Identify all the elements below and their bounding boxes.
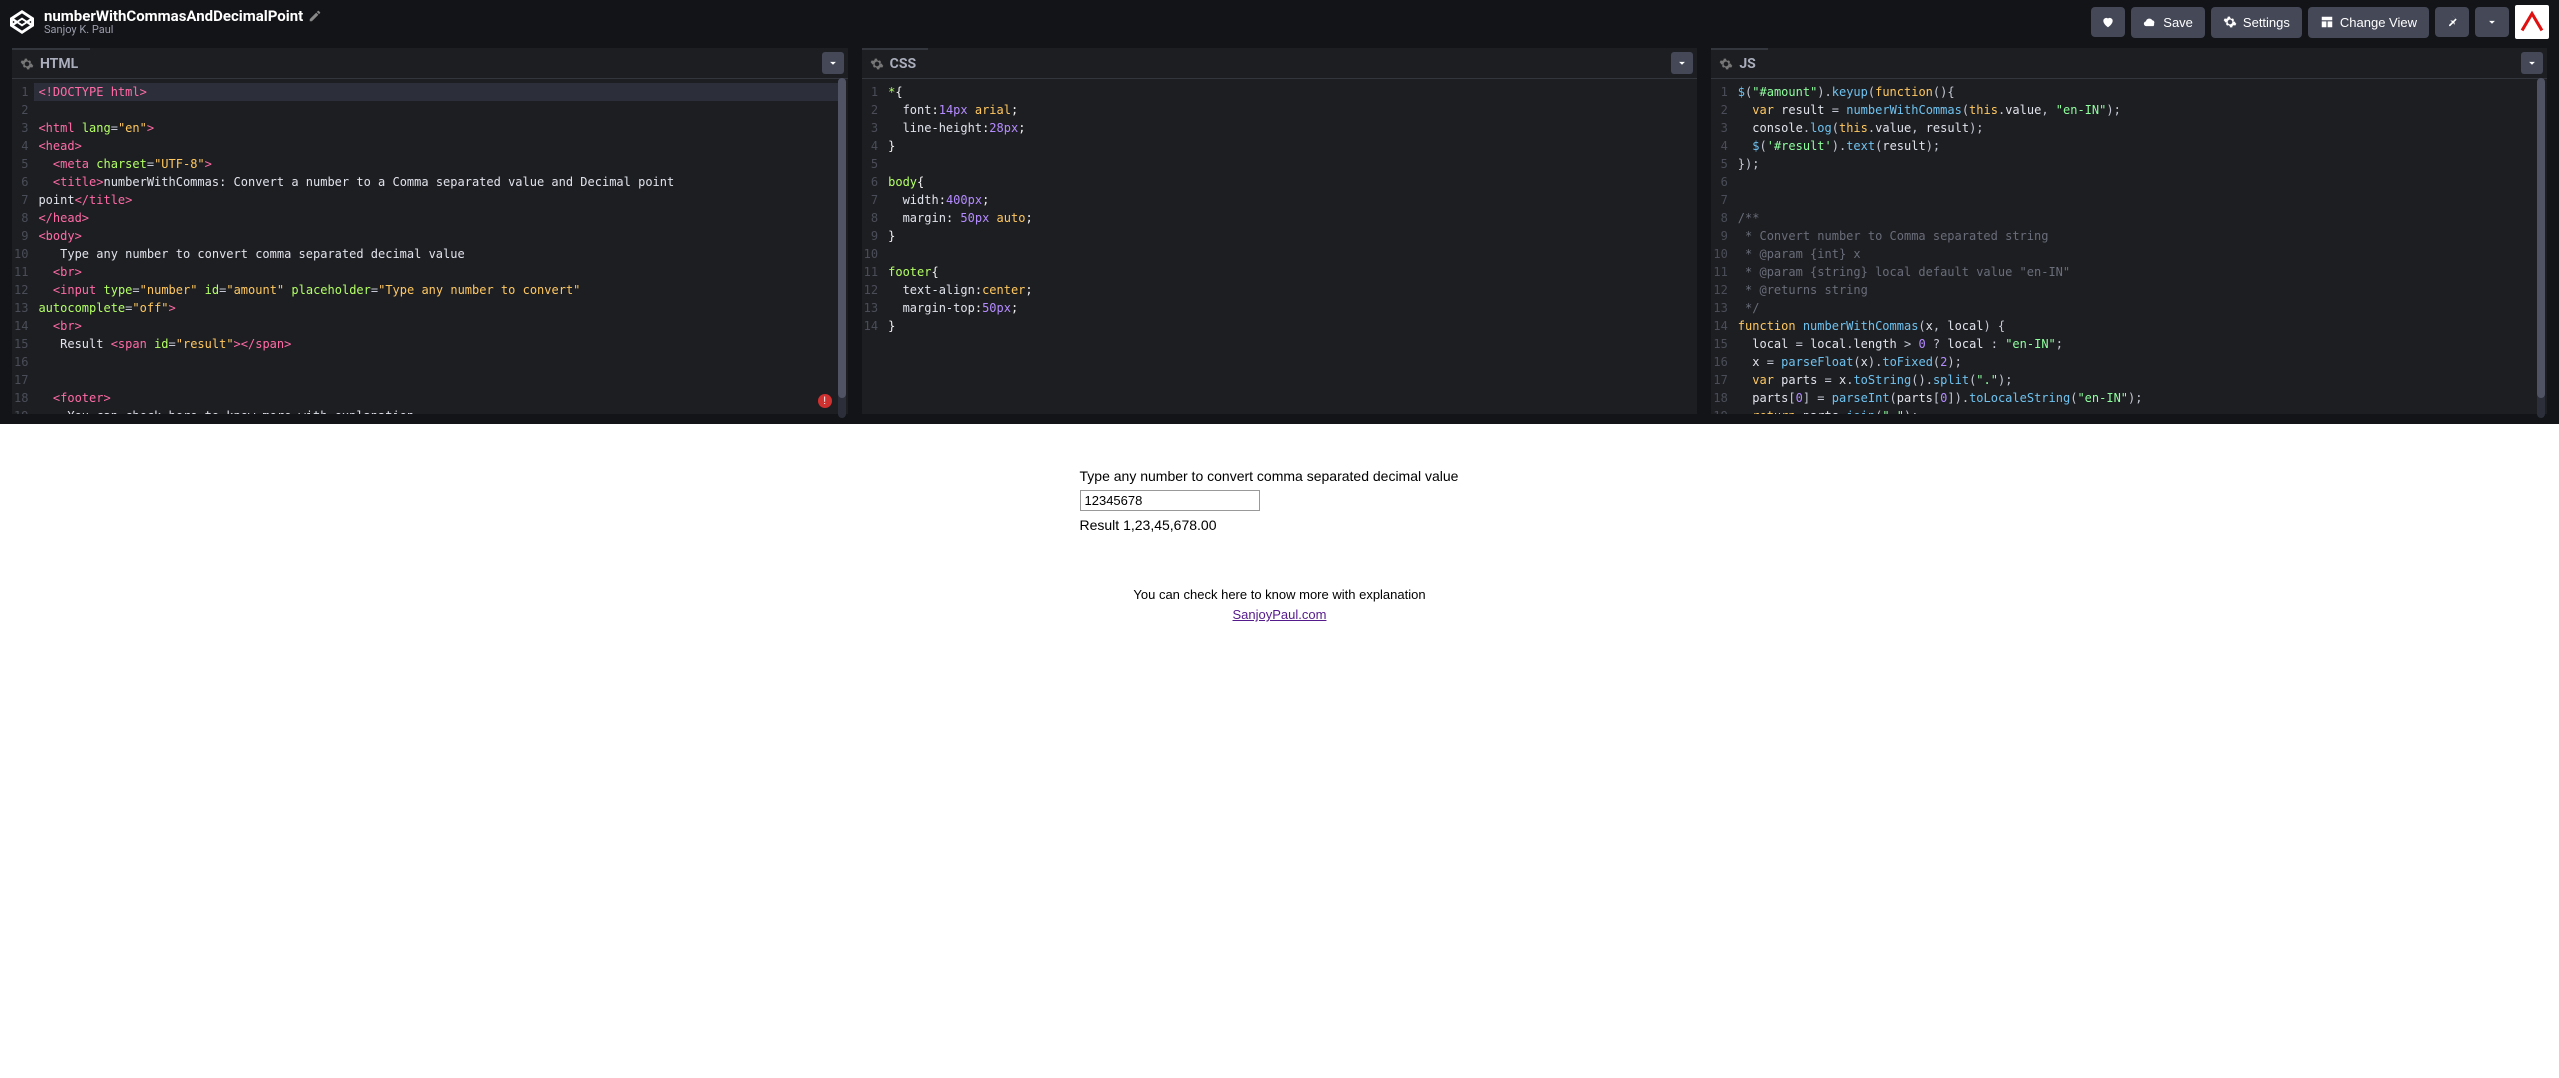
chevron-down-icon <box>1675 56 1689 70</box>
preview-prompt-text: Type any number to convert comma separat… <box>1080 466 1480 486</box>
preview-footer-link[interactable]: SanjoyPaul.com <box>1233 607 1327 622</box>
gear-icon[interactable] <box>1719 57 1733 71</box>
chevron-down-icon <box>826 56 840 70</box>
heart-icon <box>2101 15 2115 29</box>
css-tab[interactable]: CSS <box>862 48 928 78</box>
css-gutter: 1 2 3 4 5 6 7 8 9 10 11 12 13 14 <box>862 79 884 414</box>
js-collapse-button[interactable] <box>2521 52 2543 74</box>
result-value: 1,23,45,678.00 <box>1123 517 1216 533</box>
js-panel: JS 1 2 3 4 5 6 7 8 9 10 11 12 13 14 15 1… <box>1711 48 2547 414</box>
html-collapse-button[interactable] <box>822 52 844 74</box>
html-code[interactable]: <!DOCTYPE html> <html lang="en"> <head> … <box>34 79 847 414</box>
js-scrollbar-thumb[interactable] <box>2537 78 2545 398</box>
css-panel: CSS 1 2 3 4 5 6 7 8 9 10 11 12 13 14 *{ … <box>862 48 1698 414</box>
gear-icon <box>2223 15 2237 29</box>
html-scrollbar-thumb[interactable] <box>838 78 846 398</box>
gear-icon[interactable] <box>870 57 884 71</box>
result-label: Result <box>1080 517 1124 533</box>
pin-button[interactable] <box>2435 7 2469 37</box>
love-button[interactable] <box>2091 7 2125 37</box>
gear-icon[interactable] <box>20 57 34 71</box>
chevron-down-icon <box>2525 56 2539 70</box>
js-code[interactable]: $("#amount").keyup(function(){ var resul… <box>1734 79 2547 414</box>
html-warning-badge[interactable]: ! <box>818 394 832 408</box>
avatar[interactable] <box>2515 5 2549 39</box>
css-editor[interactable]: 1 2 3 4 5 6 7 8 9 10 11 12 13 14 *{ font… <box>862 79 1698 414</box>
save-button[interactable]: Save <box>2131 7 2205 38</box>
html-tab[interactable]: HTML <box>12 48 90 78</box>
chevron-down-icon <box>2485 15 2499 29</box>
preview-pane: Type any number to convert comma separat… <box>0 424 2559 1078</box>
preview-footer-text: You can check here to know more with exp… <box>1080 585 1480 605</box>
edit-title-icon[interactable] <box>308 9 322 23</box>
css-collapse-button[interactable] <box>1671 52 1693 74</box>
codepen-logo-icon <box>10 10 34 34</box>
change-view-button[interactable]: Change View <box>2308 7 2429 38</box>
layout-icon <box>2320 15 2334 29</box>
preview-result-line: Result 1,23,45,678.00 <box>1080 515 1480 535</box>
amount-input[interactable] <box>1080 490 1260 511</box>
html-editor[interactable]: 1 2 3 4 5 6 7 8 9 10 11 12 13 14 15 16 1… <box>12 79 848 414</box>
css-code[interactable]: *{ font:14px arial; line-height:28px; } … <box>884 79 1697 414</box>
editors-row: HTML 1 2 3 4 5 6 7 8 9 10 11 12 13 14 15… <box>0 44 2559 424</box>
pen-author[interactable]: Sanjoy K. Paul <box>44 24 322 36</box>
pin-icon <box>2445 15 2459 29</box>
more-button[interactable] <box>2475 7 2509 37</box>
cloud-icon <box>2143 15 2157 29</box>
topbar: numberWithCommasAndDecimalPoint Sanjoy K… <box>0 0 2559 44</box>
js-tab[interactable]: JS <box>1711 48 1767 78</box>
pen-title[interactable]: numberWithCommasAndDecimalPoint <box>44 8 322 25</box>
js-panel-label: JS <box>1739 56 1755 72</box>
js-editor[interactable]: 1 2 3 4 5 6 7 8 9 10 11 12 13 14 15 16 1… <box>1711 79 2547 414</box>
css-panel-label: CSS <box>890 56 916 72</box>
html-gutter: 1 2 3 4 5 6 7 8 9 10 11 12 13 14 15 16 1… <box>12 79 34 414</box>
topbar-buttons: Save Settings Change View <box>2091 5 2549 39</box>
js-gutter: 1 2 3 4 5 6 7 8 9 10 11 12 13 14 15 16 1… <box>1711 79 1733 414</box>
html-panel: HTML 1 2 3 4 5 6 7 8 9 10 11 12 13 14 15… <box>12 48 848 414</box>
settings-button[interactable]: Settings <box>2211 7 2302 38</box>
html-panel-label: HTML <box>40 56 78 72</box>
